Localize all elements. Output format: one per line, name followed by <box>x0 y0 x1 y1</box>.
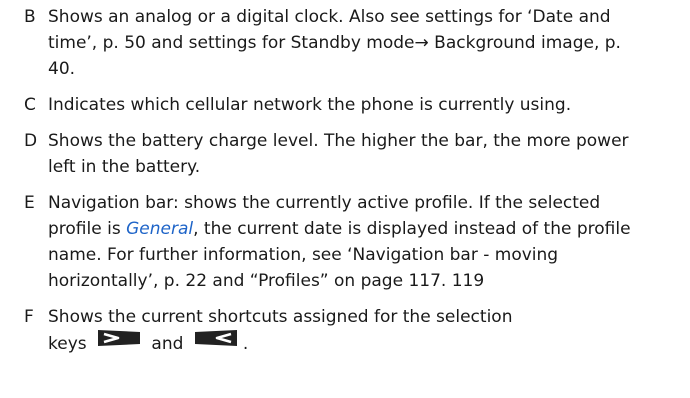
entry-description: Shows the current shortcuts assigned for… <box>48 304 686 358</box>
text-line: profile is General, the current date is … <box>48 216 686 242</box>
text-line: keys and . <box>48 330 686 358</box>
text-line: Shows an analog or a digital clock. Also… <box>48 7 611 27</box>
entry-letter: E <box>24 193 35 213</box>
description-list: B Shows an analog or a digital clock. Al… <box>20 4 686 368</box>
text-segment: . <box>242 334 249 354</box>
entry-b: B Shows an analog or a digital clock. Al… <box>20 4 686 82</box>
general-profile-link[interactable]: General <box>126 219 193 239</box>
entry-letter: C <box>24 95 36 115</box>
text-line: name. For further information, see ‘Navi… <box>48 245 559 265</box>
text-line: time’, p. 50 and settings for Standby mo… <box>48 33 621 53</box>
text-line: Shows the battery charge level. The high… <box>48 131 629 151</box>
text-segment: profile is <box>48 219 127 239</box>
text-line: left in the battery. <box>48 157 201 177</box>
entry-letter: B <box>24 7 36 27</box>
text-segment: , the current date is displayed instead … <box>193 219 631 239</box>
text-line: Shows the current shortcuts assigned for… <box>48 307 513 327</box>
entry-c: C Indicates which cellular network the p… <box>20 92 686 118</box>
entry-description: Shows the battery charge level. The high… <box>48 128 686 180</box>
text-segment: keys <box>48 334 93 354</box>
entry-description: Shows an analog or a digital clock. Also… <box>48 4 686 82</box>
left-selection-key-icon <box>96 328 142 356</box>
text-line: Indicates which cellular network the pho… <box>48 95 572 115</box>
entry-d: D Shows the battery charge level. The hi… <box>20 128 686 180</box>
text-line: 40. <box>48 59 76 79</box>
text-segment: and <box>146 334 189 354</box>
entry-description: Navigation bar: shows the currently acti… <box>48 190 686 294</box>
text-line: Navigation bar: shows the currently acti… <box>48 193 601 213</box>
entry-description: Indicates which cellular network the pho… <box>48 92 686 118</box>
entry-e: E Navigation bar: shows the currently ac… <box>20 190 686 294</box>
text-line: horizontally’, p. 22 and “Profiles” on p… <box>48 271 485 291</box>
entry-f: F Shows the current shortcuts assigned f… <box>20 304 686 358</box>
right-selection-key-icon <box>193 328 239 356</box>
entry-letter: D <box>24 131 38 151</box>
entry-letter: F <box>24 307 34 327</box>
